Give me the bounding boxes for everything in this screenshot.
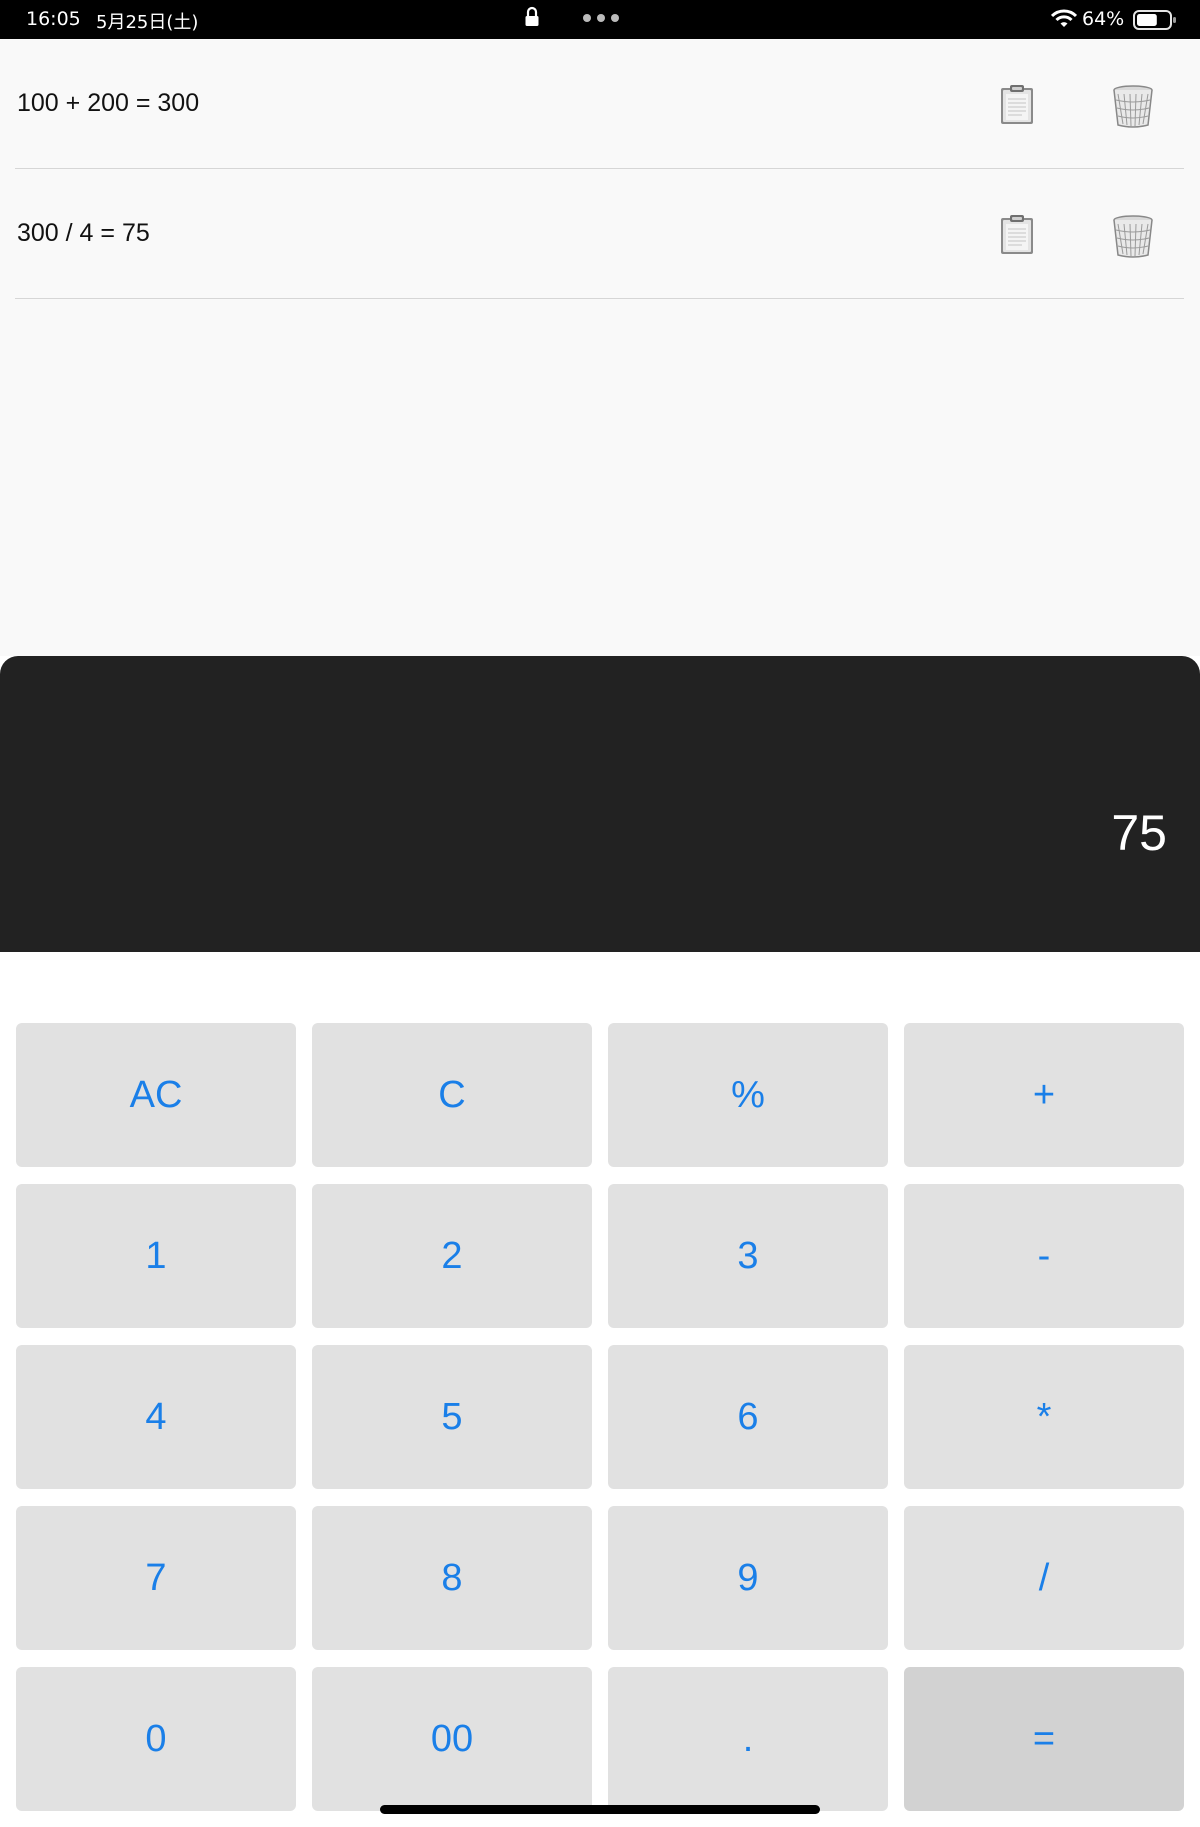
key-7[interactable]: 7 [16,1506,296,1650]
key-subtract[interactable]: - [904,1184,1184,1328]
more-dots-icon[interactable] [582,13,620,23]
key-6[interactable]: 6 [608,1345,888,1489]
key-clear[interactable]: C [312,1023,592,1167]
key-5[interactable]: 5 [312,1345,592,1489]
display-value: 75 [1111,805,1167,861]
battery-icon [1133,10,1176,30]
key-9[interactable]: 9 [608,1506,888,1650]
calculator-display: 75 [0,656,1200,952]
battery-percent: 64% [1082,8,1125,30]
key-0[interactable]: 0 [16,1667,296,1811]
key-divide[interactable]: / [904,1506,1184,1650]
status-time: 16:05 [26,8,81,30]
home-indicator[interactable] [380,1805,820,1814]
key-decimal[interactable]: . [608,1667,888,1811]
clipboard-icon[interactable] [996,214,1038,256]
wifi-icon [1051,9,1077,27]
key-add[interactable]: + [904,1023,1184,1167]
history-row: 300 / 4 = 75 [15,169,1184,299]
history-expression[interactable]: 100 + 200 = 300 [17,39,199,168]
key-equals[interactable]: = [904,1667,1184,1811]
key-percent[interactable]: % [608,1023,888,1167]
key-2[interactable]: 2 [312,1184,592,1328]
history-list: 100 + 200 = 300 300 / 4 = 75 [0,39,1200,656]
trash-icon[interactable] [1110,214,1156,260]
key-8[interactable]: 8 [312,1506,592,1650]
key-4[interactable]: 4 [16,1345,296,1489]
status-date: 5月25日(土) [96,12,199,33]
key-3[interactable]: 3 [608,1184,888,1328]
key-double-zero[interactable]: 00 [312,1667,592,1811]
lock-icon [525,6,539,26]
key-1[interactable]: 1 [16,1184,296,1328]
history-row: 100 + 200 = 300 [15,39,1184,169]
key-all-clear[interactable]: AC [16,1023,296,1167]
trash-icon[interactable] [1110,84,1156,130]
clipboard-icon[interactable] [996,84,1038,126]
status-bar: 16:05 5月25日(土) 64% [0,0,1200,39]
key-multiply[interactable]: * [904,1345,1184,1489]
keypad: AC C % + 1 2 3 - 4 5 6 * 7 8 9 / 0 00 . … [16,1023,1184,1811]
history-expression[interactable]: 300 / 4 = 75 [17,169,150,298]
